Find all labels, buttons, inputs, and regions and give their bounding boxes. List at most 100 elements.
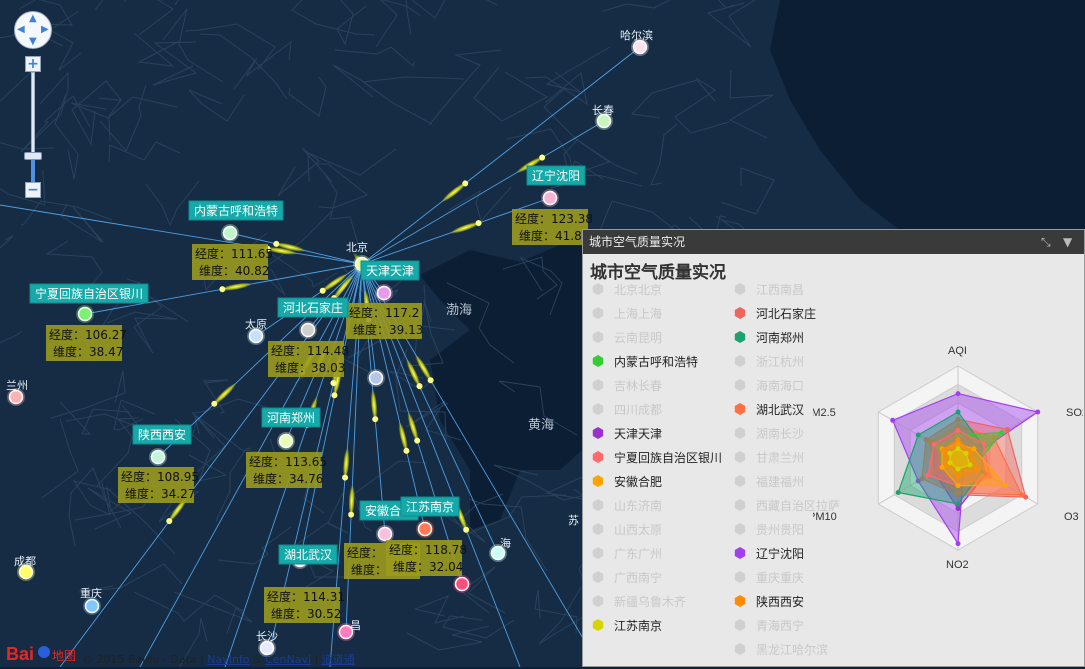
collapse-icon[interactable]: ⤡	[1041, 230, 1051, 254]
city-name: 天津天津	[366, 264, 414, 278]
legend-hexagon-icon	[734, 307, 746, 319]
radar-point	[955, 446, 961, 452]
map-label: 哈尔滨	[620, 28, 653, 42]
radar-point	[955, 541, 961, 547]
legend-hexagon-icon	[734, 403, 746, 415]
legend-label: 广东广州	[614, 547, 663, 561]
legend-hexagon-icon	[734, 595, 746, 607]
pan-down-icon[interactable]: ▼	[29, 37, 37, 47]
city-marker[interactable]	[77, 306, 93, 322]
radar-point	[955, 506, 961, 512]
radar-point	[981, 440, 986, 446]
legend-hexagon-icon	[734, 283, 746, 295]
longitude-label: 经度：113.65	[249, 454, 327, 469]
radar-point	[925, 473, 931, 478]
zoom-slider-handle[interactable]	[24, 152, 42, 160]
legend-label: 广西南宁	[614, 571, 663, 585]
legend-label: 陕西西安	[756, 595, 805, 609]
zoom-out-button[interactable]: −	[25, 182, 41, 198]
city-name: 宁夏回族自治区银川	[35, 286, 143, 301]
city-marker[interactable]	[84, 598, 100, 614]
legend-hexagon-icon	[592, 475, 604, 487]
legend-hexagon-icon	[592, 427, 604, 439]
daodaotong-link[interactable]: 道道通	[322, 653, 355, 666]
legend-hexagon-icon	[734, 451, 746, 463]
city-marker[interactable]	[542, 190, 558, 206]
legend-hexagon-icon	[592, 499, 604, 511]
pan-right-icon[interactable]: ▶	[41, 25, 49, 35]
radar-axis-label: AQI	[948, 345, 967, 357]
city-marker[interactable]	[278, 433, 294, 449]
legend-hexagon-icon	[592, 355, 604, 367]
city-marker[interactable]	[417, 521, 433, 537]
city-name: 河南郑州	[267, 410, 315, 425]
radar-point	[1035, 409, 1041, 415]
longitude-label: 经度：111.65	[195, 246, 273, 261]
radar-axis-label: PM2.5	[813, 407, 836, 419]
zoom-in-button[interactable]: +	[25, 56, 41, 72]
city-marker[interactable]	[377, 526, 393, 542]
navinfo-link[interactable]: NavInfo	[207, 653, 249, 666]
pan-control[interactable]: ▲ ▼ ◀ ▶	[14, 11, 52, 49]
radar-point	[931, 441, 937, 447]
latitude-label: 维度：34.27	[125, 486, 195, 501]
legend-hexagon-icon	[592, 451, 604, 463]
city-marker[interactable]	[300, 322, 316, 338]
map-label: 黄海	[528, 417, 554, 432]
cennavi-link[interactable]: CenNavi	[265, 653, 311, 666]
latitude-label: 维度：32.04	[393, 559, 463, 574]
latitude-label: 维度：34.76	[253, 471, 323, 486]
legend-hexagon-icon	[592, 619, 604, 631]
legend-hexagon-icon	[734, 427, 746, 439]
legend-label: 浙江杭州	[756, 355, 805, 369]
latitude-label: 维度：38.47	[53, 344, 123, 359]
air-quality-panel: 城市空气质量实况 ⤡ ▼ 城市空气质量实况 北京北京 上海上海 云南昆明 内蒙古呼和浩…	[582, 229, 1085, 667]
pan-up-icon[interactable]: ▲	[29, 14, 37, 24]
city-marker[interactable]	[150, 449, 166, 465]
city-marker[interactable]	[222, 225, 238, 241]
radar-point	[955, 501, 961, 507]
radar-point	[955, 391, 961, 397]
latitude-label: 维度：38.03	[275, 360, 345, 375]
legend-label: 云南昆明	[614, 331, 663, 345]
city-name: 内蒙古呼和浩特	[194, 203, 278, 218]
legend-hexagon-icon	[734, 331, 746, 343]
legend-hexagon-icon	[734, 619, 746, 631]
city-marker[interactable]	[454, 576, 470, 592]
legend-label: 山西太原	[614, 523, 663, 537]
map-label: 成都	[14, 555, 36, 568]
radar-point	[955, 473, 961, 479]
legend-label: 河北石家庄	[756, 307, 817, 321]
city-marker[interactable]	[632, 39, 648, 55]
longitude-label: 经度：123.38	[515, 211, 593, 226]
city-marker[interactable]	[8, 389, 24, 405]
longitude-label: 经度：	[347, 545, 383, 560]
longitude-label: 经度：108.95	[121, 469, 199, 484]
city-marker[interactable]	[248, 328, 264, 344]
legend-hexagon-icon	[592, 283, 604, 295]
radar-point	[915, 432, 921, 438]
legend-label: 青海西宁	[756, 619, 805, 633]
radar-point	[955, 466, 961, 472]
map-label: 长春	[592, 104, 614, 117]
baidu-logo[interactable]: Bai 地图	[6, 641, 78, 669]
chevron-down-icon[interactable]: ▼	[1063, 230, 1072, 254]
city-name: 湖北武汉	[284, 547, 332, 562]
latitude-label: 维度：	[351, 562, 387, 577]
legend-label: 上海上海	[614, 307, 663, 321]
legend-label: 山东济南	[614, 499, 663, 513]
radar-point	[955, 437, 961, 443]
legend-hexagon-icon	[734, 523, 746, 535]
map-label: 渤海	[446, 302, 472, 317]
radar-point	[947, 450, 953, 456]
radar-point	[941, 447, 947, 453]
legend-hexagon-icon	[734, 547, 746, 559]
radar-point	[1004, 427, 1010, 432]
longitude-label: 经度：114.48	[271, 343, 349, 358]
logo-text: 地图	[52, 649, 76, 663]
legend-hexagon-icon	[592, 379, 604, 391]
legend-hexagon-icon	[734, 475, 746, 487]
city-marker[interactable]	[376, 285, 392, 301]
city-marker[interactable]	[368, 370, 384, 386]
pan-left-icon[interactable]: ◀	[17, 25, 25, 35]
